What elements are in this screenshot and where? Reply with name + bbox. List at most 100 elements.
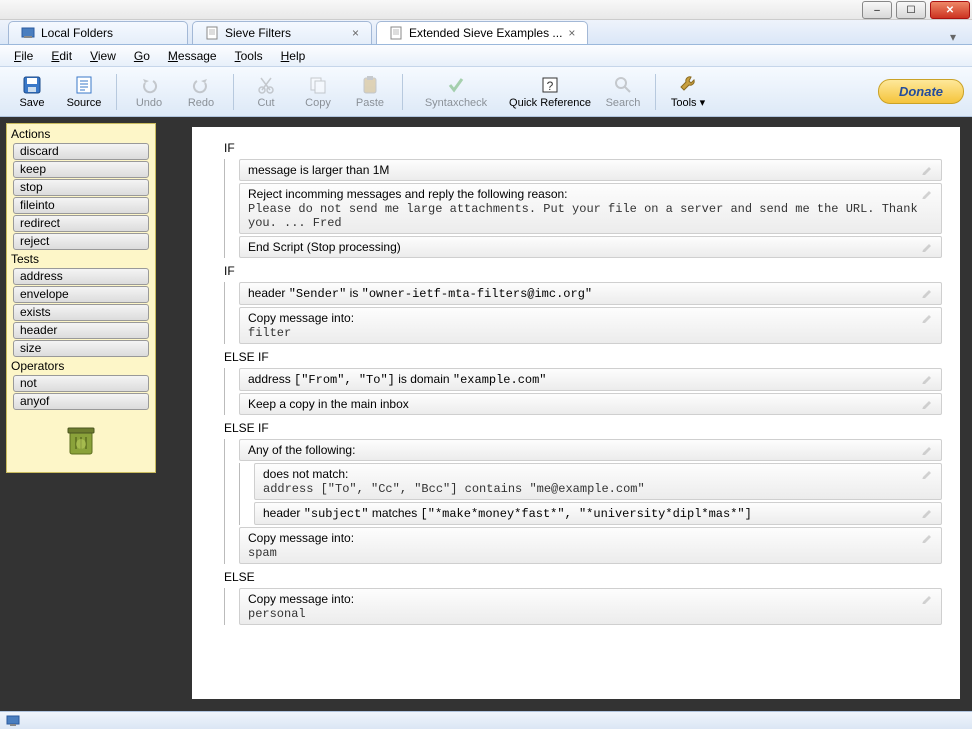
row-text: Any of the following: — [248, 443, 355, 457]
palette-address[interactable]: address — [13, 268, 149, 285]
toolbar: Save Source Undo Redo Cut Copy Paste Syntaxchec… — [0, 67, 972, 117]
row-text: Reject incomming messages and reply the … — [248, 187, 921, 230]
script-row[interactable]: header "Sender" is "owner-ietf-mta-filte… — [239, 282, 942, 305]
script-row[interactable]: End Script (Stop processing) — [239, 236, 942, 258]
toolbar-redo-button: Redo — [177, 73, 225, 111]
tab-label: Extended Sieve Examples ... — [409, 26, 562, 40]
toolbar-search-button: Search — [599, 73, 647, 111]
menubar: FileEditViewGoMessageToolsHelp — [0, 45, 972, 67]
undo-icon — [139, 75, 159, 95]
toolbar-quickref-button[interactable]: ?Quick Reference — [505, 73, 595, 111]
menu-view[interactable]: View — [82, 47, 124, 65]
toolbar-label: Undo — [136, 97, 162, 109]
palette-fileinto[interactable]: fileinto — [13, 197, 149, 214]
sidebar-group-tests: Tests — [9, 251, 153, 267]
toolbar-source-button[interactable]: Source — [60, 73, 108, 111]
palette-redirect[interactable]: redirect — [13, 215, 149, 232]
tab-extended-sieve-examples-[interactable]: Extended Sieve Examples ... × — [376, 21, 588, 44]
window-maximize-button[interactable]: ☐ — [896, 1, 926, 19]
script-block-elseif: ELSE IFaddress ["From", "To"] is domain … — [220, 346, 942, 415]
tools-icon — [678, 74, 698, 94]
script-row[interactable]: Copy message into:spam — [239, 527, 942, 564]
palette-size[interactable]: size — [13, 340, 149, 357]
script-row[interactable]: message is larger than 1M — [239, 159, 942, 181]
row-text: header "Sender" is "owner-ietf-mta-filte… — [248, 286, 592, 301]
edit-icon[interactable] — [921, 163, 933, 175]
script-row[interactable]: Any of the following: — [239, 439, 942, 461]
edit-icon[interactable] — [921, 187, 933, 199]
script-row[interactable]: Copy message into:personal — [239, 588, 942, 625]
toolbar-separator — [402, 74, 403, 110]
sidebar-group-actions: Actions — [9, 126, 153, 142]
script-row[interactable]: header "subject" matches ["*make*money*f… — [254, 502, 942, 525]
menu-go[interactable]: Go — [126, 47, 158, 65]
document-icon — [389, 26, 403, 40]
edit-icon[interactable] — [921, 311, 933, 323]
palette-discard[interactable]: discard — [13, 143, 149, 160]
palette-anyof[interactable]: anyof — [13, 393, 149, 410]
source-icon — [74, 75, 94, 95]
row-text: Keep a copy in the main inbox — [248, 397, 409, 411]
paste-icon — [360, 75, 380, 95]
document-icon — [205, 26, 219, 40]
menu-help[interactable]: Help — [273, 47, 314, 65]
edit-icon[interactable] — [921, 592, 933, 604]
search-icon — [613, 75, 633, 95]
tab-close-icon[interactable]: × — [568, 26, 575, 40]
menu-edit[interactable]: Edit — [43, 47, 80, 65]
menu-tools[interactable]: Tools — [227, 47, 271, 65]
tab-sieve-filters[interactable]: Sieve Filters× — [192, 21, 372, 44]
toolbar-copy-button: Copy — [294, 73, 342, 111]
sidebar-group-operators: Operators — [9, 358, 153, 374]
edit-icon[interactable] — [921, 506, 933, 518]
tab-overflow-dropdown[interactable]: ▾ — [942, 30, 964, 44]
block-keyword: ELSE IF — [220, 346, 942, 366]
palette-not[interactable]: not — [13, 375, 149, 392]
status-monitor-icon — [6, 715, 20, 727]
edit-icon[interactable] — [921, 443, 933, 455]
copy-icon — [308, 75, 328, 95]
edit-icon[interactable] — [921, 372, 933, 384]
tab-close-icon[interactable]: × — [352, 26, 359, 40]
palette-keep[interactable]: keep — [13, 161, 149, 178]
toolbar-label: Syntaxcheck — [425, 97, 487, 109]
trash-icon[interactable] — [61, 420, 101, 460]
block-keyword: ELSE — [220, 566, 942, 586]
script-block-else: ELSECopy message into:personal — [220, 566, 942, 625]
script-row[interactable]: Copy message into:filter — [239, 307, 942, 344]
edit-icon[interactable] — [921, 240, 933, 252]
toolbar-separator — [116, 74, 117, 110]
palette-exists[interactable]: exists — [13, 304, 149, 321]
donate-button[interactable]: Donate — [878, 79, 964, 104]
menu-file[interactable]: File — [6, 47, 41, 65]
edit-icon[interactable] — [921, 531, 933, 543]
edit-icon[interactable] — [921, 397, 933, 409]
window-close-button[interactable]: ✕ — [930, 1, 970, 19]
toolbar-tools-button[interactable]: Tools ▾ — [664, 72, 712, 111]
window-minimize-button[interactable]: – — [862, 1, 892, 19]
toolbar-label: Search — [606, 97, 641, 109]
toolbar-undo-button: Undo — [125, 73, 173, 111]
menu-message[interactable]: Message — [160, 47, 225, 65]
toolbar-cut-button: Cut — [242, 73, 290, 111]
toolbar-label: Copy — [305, 97, 331, 109]
toolbar-save-button[interactable]: Save — [8, 73, 56, 111]
toolbar-separator — [233, 74, 234, 110]
tab-local-folders[interactable]: Local Folders — [8, 21, 188, 44]
edit-icon[interactable] — [921, 286, 933, 298]
palette-stop[interactable]: stop — [13, 179, 149, 196]
script-row[interactable]: Reject incomming messages and reply the … — [239, 183, 942, 234]
palette-reject[interactable]: reject — [13, 233, 149, 250]
script-row[interactable]: does not match:address ["To", "Cc", "Bcc… — [254, 463, 942, 500]
toolbar-paste-button: Paste — [346, 73, 394, 111]
window-titlebar: – ☐ ✕ — [0, 0, 972, 20]
toolbar-separator — [655, 74, 656, 110]
script-row[interactable]: Keep a copy in the main inbox — [239, 393, 942, 415]
palette-header[interactable]: header — [13, 322, 149, 339]
row-text: message is larger than 1M — [248, 163, 389, 177]
edit-icon[interactable] — [921, 467, 933, 479]
palette-envelope[interactable]: envelope — [13, 286, 149, 303]
script-row[interactable]: address ["From", "To"] is domain "exampl… — [239, 368, 942, 391]
toolbar-label: Source — [67, 97, 102, 109]
toolbar-label: Cut — [257, 97, 274, 109]
